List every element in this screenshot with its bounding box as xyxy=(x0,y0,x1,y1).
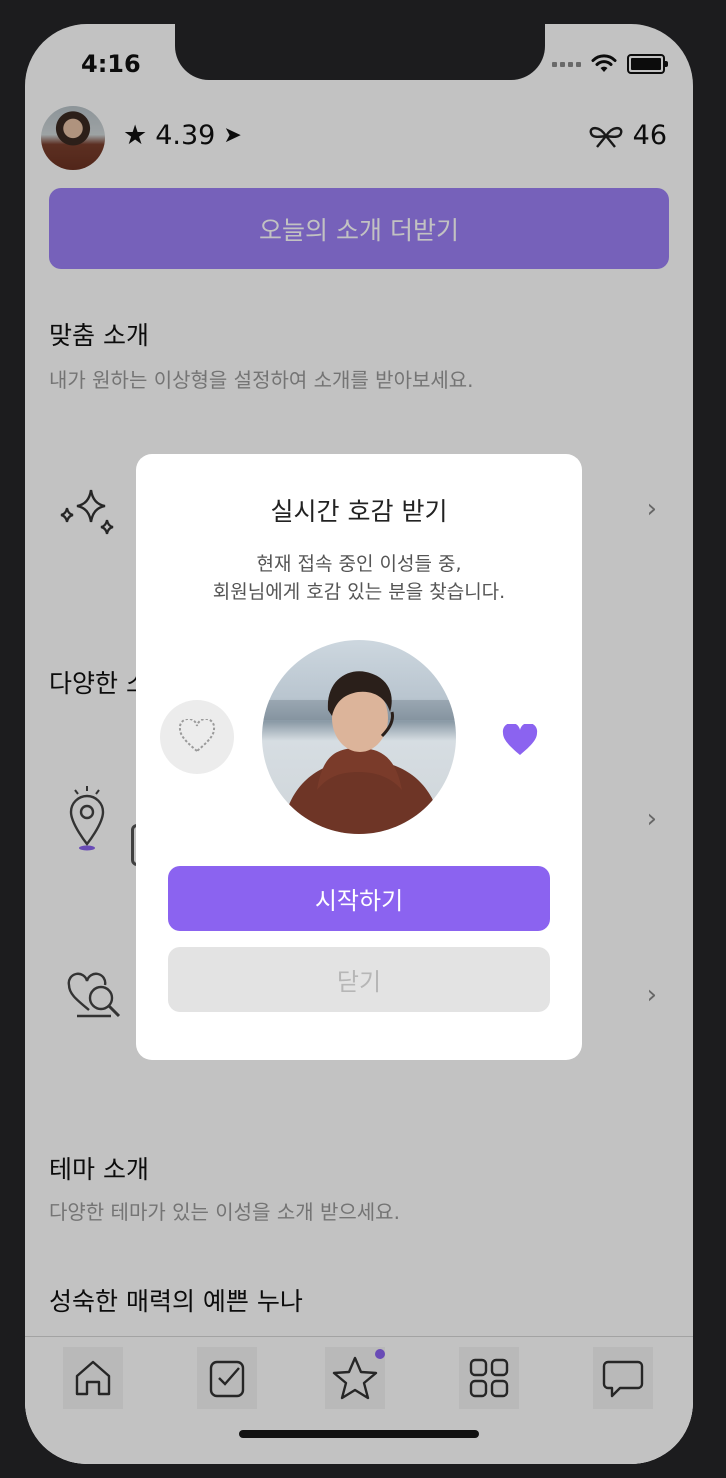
filled-heart xyxy=(500,722,540,762)
home-indicator xyxy=(239,1430,479,1438)
modal-description-line2: 회원님에게 호감 있는 분을 찾습니다. xyxy=(212,581,506,603)
portrait-illustration xyxy=(262,671,456,834)
realtime-like-modal: 실시간 호감 받기 현재 접속 중인 이성들 중, 회원님에게 호감 있는 분을… xyxy=(136,454,582,1060)
modal-description: 현재 접속 중인 이성들 중, 회원님에게 호감 있는 분을 찾습니다. xyxy=(136,550,582,606)
heart-icon xyxy=(502,722,538,755)
modal-title: 실시간 호감 받기 xyxy=(270,497,448,526)
start-button[interactable]: 시작하기 xyxy=(168,866,550,931)
modal-description-line1: 현재 접속 중인 이성들 중, xyxy=(256,553,462,575)
device-notch xyxy=(175,24,545,80)
close-button[interactable]: 닫기 xyxy=(168,947,550,1012)
app-screen: 4:16 ★ 4.39 ➤ 46 오늘의 소개 더받기 맞춤 소개 내가 원하는… xyxy=(25,24,693,1464)
outline-heart-badge xyxy=(160,700,234,774)
dashed-heart-icon xyxy=(178,719,216,753)
member-photo xyxy=(262,640,456,834)
